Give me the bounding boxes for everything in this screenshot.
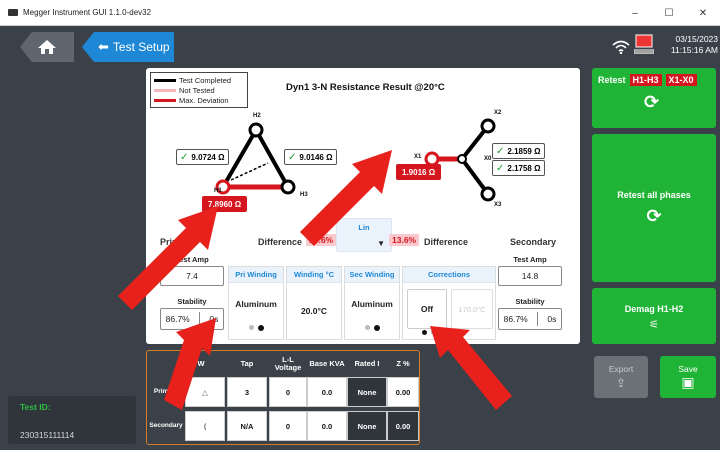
annotation-arrow (300, 150, 392, 246)
annotation-arrow (118, 206, 218, 310)
annotation-arrow (164, 318, 216, 410)
annotation-arrow (430, 326, 512, 410)
annotation-arrows (118, 150, 512, 410)
